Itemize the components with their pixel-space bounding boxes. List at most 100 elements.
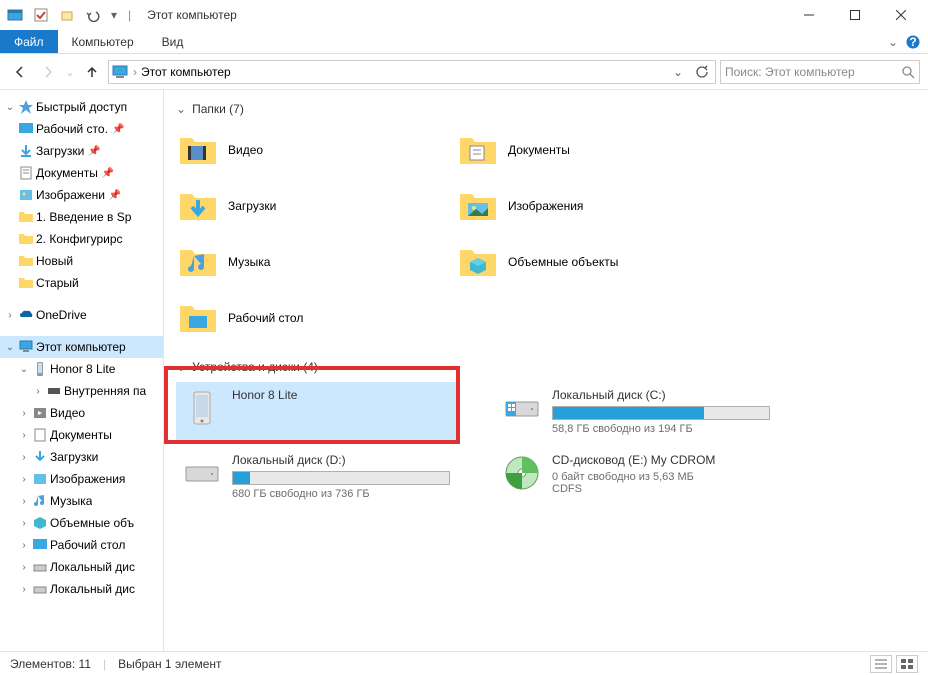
chevron-right-icon[interactable]: ›	[32, 385, 44, 397]
folder-3d-icon	[458, 242, 498, 282]
tree-this-pc[interactable]: ⌄ Этот компьютер	[0, 336, 163, 358]
ribbon: Файл Компьютер Вид ⌄ ?	[0, 30, 928, 54]
svg-text:?: ?	[909, 35, 916, 49]
capacity-bar	[232, 471, 450, 485]
search-icon[interactable]	[901, 65, 915, 79]
ribbon-expand-icon[interactable]: ⌄	[888, 35, 898, 49]
tree-folder[interactable]: Новый	[0, 250, 163, 272]
phone-icon	[32, 361, 48, 377]
tree-local-disk[interactable]: ›Локальный дис	[0, 556, 163, 578]
folder-pictures[interactable]: Изображения	[456, 180, 716, 232]
up-button[interactable]	[80, 60, 104, 84]
chevron-down-icon[interactable]: ⌄	[18, 363, 30, 375]
storage-icon	[46, 383, 62, 399]
folder-3d-objects[interactable]: Объемные объекты	[456, 236, 716, 288]
tree-local-disk[interactable]: ›Локальный дис	[0, 578, 163, 600]
onedrive-icon	[18, 307, 34, 323]
drive-windows-icon	[502, 388, 542, 428]
downloads-icon	[18, 143, 34, 159]
drive-icon	[32, 581, 48, 597]
qat-properties[interactable]	[30, 4, 52, 26]
star-icon	[18, 99, 34, 115]
app-icon	[4, 4, 26, 26]
chevron-down-icon[interactable]: ⌄	[176, 360, 186, 374]
cube-icon	[32, 515, 48, 531]
close-button[interactable]	[878, 0, 924, 30]
chevron-down-icon[interactable]: ⌄	[4, 101, 16, 113]
pictures-icon	[32, 471, 48, 487]
tree-folder[interactable]: 1. Введение в Sp	[0, 206, 163, 228]
group-folders[interactable]: ⌄ Папки (7)	[176, 102, 916, 116]
drive-d[interactable]: Локальный диск (D:) 680 ГБ свободно из 7…	[176, 447, 456, 506]
recent-dropdown[interactable]: ⌄	[64, 60, 76, 84]
search-input[interactable]	[725, 65, 901, 79]
chevron-right-icon[interactable]: ›	[4, 309, 16, 321]
folder-downloads-icon	[178, 186, 218, 226]
tree-desktop[interactable]: ›Рабочий стол	[0, 534, 163, 556]
drive-honor[interactable]: Honor 8 Lite	[176, 382, 456, 441]
view-details-button[interactable]	[870, 655, 892, 673]
disc-icon	[502, 453, 542, 493]
maximize-button[interactable]	[832, 0, 878, 30]
device-icon	[182, 388, 222, 428]
undo-icon[interactable]	[82, 4, 104, 26]
drive-cdrom[interactable]: CD-дисковод (E:) My CDROM 0 байт свободн…	[496, 447, 776, 506]
tree-3d-objects[interactable]: ›Объемные объ	[0, 512, 163, 534]
folder-downloads[interactable]: Загрузки	[176, 180, 436, 232]
help-icon[interactable]: ?	[906, 35, 920, 49]
folder-pictures-icon	[458, 186, 498, 226]
capacity-bar	[552, 406, 770, 420]
tree-pictures[interactable]: Изображени📌	[0, 184, 163, 206]
group-drives[interactable]: ⌄ Устройства и диски (4)	[176, 360, 916, 374]
refresh-icon[interactable]	[691, 65, 713, 79]
documents-icon	[18, 165, 34, 181]
search-box[interactable]	[720, 60, 920, 84]
folder-icon	[18, 231, 34, 247]
chevron-down-icon[interactable]: ⌄	[176, 102, 186, 116]
folder-music[interactable]: Музыка	[176, 236, 436, 288]
tree-onedrive[interactable]: › OneDrive	[0, 304, 163, 326]
folder-documents[interactable]: Документы	[456, 124, 716, 176]
pin-icon: 📌	[109, 190, 121, 201]
tree-folder[interactable]: Старый	[0, 272, 163, 294]
computer-icon	[111, 64, 129, 80]
documents-icon	[32, 427, 48, 443]
tree-folder[interactable]: 2. Конфигурирс	[0, 228, 163, 250]
folder-documents-icon	[458, 130, 498, 170]
folder-videos[interactable]: Видео	[176, 124, 436, 176]
pin-icon: 📌	[112, 124, 124, 135]
forward-button[interactable]	[36, 60, 60, 84]
tree-documents[interactable]: ›Документы	[0, 424, 163, 446]
tree-quick-access[interactable]: ⌄ Быстрый доступ	[0, 96, 163, 118]
qat-new-folder[interactable]	[56, 4, 78, 26]
tree-documents[interactable]: Документы📌	[0, 162, 163, 184]
qat-dropdown[interactable]: ▾	[108, 4, 120, 26]
minimize-button[interactable]	[786, 0, 832, 30]
tab-view[interactable]: Вид	[148, 30, 198, 53]
tree-pictures[interactable]: ›Изображения	[0, 468, 163, 490]
folder-icon	[18, 275, 34, 291]
tree-music[interactable]: ›Музыка	[0, 490, 163, 512]
address-bar[interactable]: › Этот компьютер ⌄	[108, 60, 716, 84]
view-icons-button[interactable]	[896, 655, 918, 673]
back-button[interactable]	[8, 60, 32, 84]
tab-computer[interactable]: Компьютер	[58, 30, 148, 53]
tree-videos[interactable]: ›Видео	[0, 402, 163, 424]
drive-icon	[182, 453, 222, 493]
window-title: Этот компьютер	[147, 8, 237, 22]
drive-c[interactable]: Локальный диск (C:) 58,8 ГБ свободно из …	[496, 382, 776, 441]
address-dropdown-icon[interactable]: ⌄	[669, 65, 687, 79]
tree-honor[interactable]: ⌄ Honor 8 Lite	[0, 358, 163, 380]
tree-downloads[interactable]: Загрузки📌	[0, 140, 163, 162]
tree-downloads[interactable]: ›Загрузки	[0, 446, 163, 468]
tree-internal-storage[interactable]: › Внутренняя па	[0, 380, 163, 402]
tab-file[interactable]: Файл	[0, 30, 58, 53]
folder-desktop[interactable]: Рабочий стол	[176, 292, 436, 344]
chevron-down-icon[interactable]: ⌄	[4, 341, 16, 353]
folder-video-icon	[178, 130, 218, 170]
tree-desktop[interactable]: Рабочий сто.📌	[0, 118, 163, 140]
downloads-icon	[32, 449, 48, 465]
address-text: Этот компьютер	[141, 65, 665, 79]
music-icon	[32, 493, 48, 509]
navigation-tree: ⌄ Быстрый доступ Рабочий сто.📌 Загрузки📌…	[0, 90, 164, 651]
